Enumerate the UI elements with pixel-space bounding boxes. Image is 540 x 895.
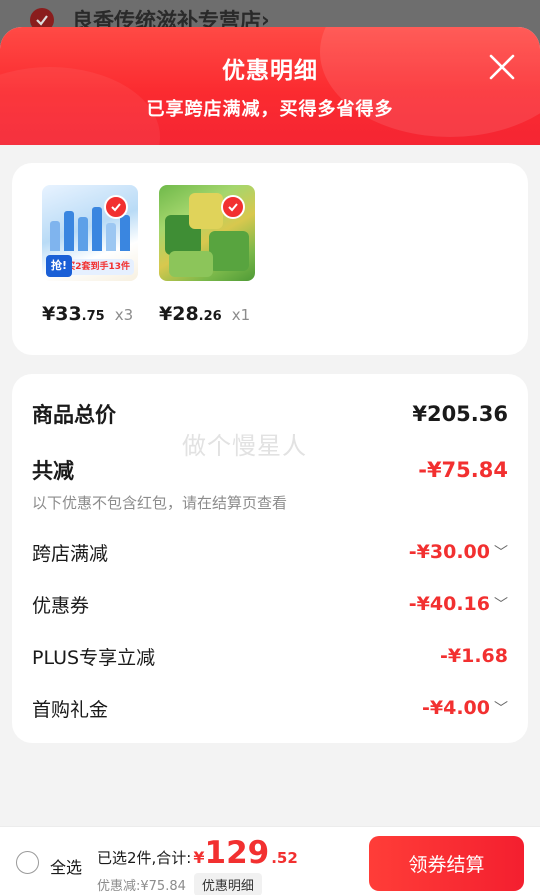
goods-card: 抢! 买2套到手13件 ¥33 .75 x3 ¥28 .26 x1 xyxy=(12,163,528,355)
chevron-down-icon[interactable]: ﹀ xyxy=(494,594,508,614)
discount-row-first-purchase[interactable]: 首购礼金 -¥4.00 ﹀ xyxy=(32,690,508,726)
sheet-subtitle: 已享跨店满减，买得多省得多 xyxy=(146,99,394,120)
product-thumbnail[interactable] xyxy=(159,185,255,281)
total-amount-integer: 129 xyxy=(204,835,270,871)
discount-value: -¥40.16 ﹀ xyxy=(409,593,508,615)
promo-text: 买2套到手13件 xyxy=(66,262,130,272)
discount-row-coupon[interactable]: 优惠券 -¥40.16 ﹀ xyxy=(32,586,508,622)
discount-row-plus: PLUS专享立减 -¥1.68 xyxy=(32,638,508,674)
selected-check-icon xyxy=(221,195,245,219)
total-reduce-value: -¥75.84 xyxy=(418,458,508,482)
discount-value: -¥1.68 xyxy=(440,645,508,667)
total-summary: 已选2件,合计: ¥ 129 .52 xyxy=(97,835,298,871)
goods-item[interactable]: 抢! 买2套到手13件 ¥33 .75 x3 xyxy=(42,185,140,325)
total-price-value: ¥205.36 xyxy=(412,402,508,426)
sheet-title: 优惠明细 xyxy=(222,58,318,84)
discount-summary: 优惠减:¥75.84 优惠明细 xyxy=(97,873,262,895)
select-all-radio[interactable] xyxy=(16,851,39,874)
checkout-bar: 全选 已选2件,合计: ¥ 129 .52 优惠减:¥75.84 优惠明细 领券… xyxy=(0,826,540,895)
discount-amount: -¥40.16 xyxy=(408,593,490,615)
discount-value: -¥30.00 ﹀ xyxy=(409,541,508,563)
discount-amount-text: 优惠减:¥75.84 xyxy=(97,879,186,894)
goods-price: ¥33 .75 x3 xyxy=(42,303,140,325)
discount-note: 以下优惠不包含红包，请在结算页查看 xyxy=(32,494,288,512)
price-integer: ¥28 xyxy=(159,303,199,325)
product-thumbnail[interactable]: 抢! 买2套到手13件 xyxy=(42,185,138,281)
price-decimal: .75 xyxy=(81,309,105,324)
promo-tag: 抢! 买2套到手13件 xyxy=(46,255,134,277)
promo-badge: 抢! xyxy=(46,255,72,277)
total-price-label: 商品总价 xyxy=(32,403,116,427)
sheet-header: 优惠明细 已享跨店满减，买得多省得多 xyxy=(0,27,540,207)
goods-item[interactable]: ¥28 .26 x1 xyxy=(159,185,257,325)
total-reduce-label: 共减 xyxy=(32,459,74,483)
discount-value: -¥4.00 ﹀ xyxy=(422,697,508,719)
discount-label: 优惠券 xyxy=(32,594,90,617)
total-price-row: 商品总价 ¥205.36 xyxy=(32,396,508,432)
discount-amount: -¥4.00 xyxy=(422,697,490,719)
selected-check-icon xyxy=(104,195,128,219)
discount-detail-button[interactable]: 优惠明细 xyxy=(193,873,262,895)
discount-amount: -¥30.00 xyxy=(408,541,490,563)
currency-symbol: ¥ xyxy=(193,848,205,867)
discount-label: PLUS专享立减 xyxy=(32,646,156,669)
chevron-down-icon[interactable]: ﹀ xyxy=(494,542,508,562)
discount-row-cross-store[interactable]: 跨店满减 -¥30.00 ﹀ xyxy=(32,534,508,570)
select-all-label[interactable]: 全选 xyxy=(50,854,82,878)
discount-label: 首购礼金 xyxy=(32,698,109,721)
checkout-button[interactable]: 领券结算 xyxy=(369,836,524,891)
price-decimal: .26 xyxy=(198,309,222,324)
chevron-down-icon[interactable]: ﹀ xyxy=(494,698,508,718)
price-integer: ¥33 xyxy=(42,303,82,325)
goods-price: ¥28 .26 x1 xyxy=(159,303,257,325)
goods-quantity: x3 xyxy=(114,306,134,324)
total-reduce-row: 共减 -¥75.84 xyxy=(32,452,508,488)
total-amount-decimal: .52 xyxy=(271,849,298,867)
close-icon[interactable] xyxy=(488,53,516,81)
price-detail-card: 做个慢星人 商品总价 ¥205.36 共减 -¥75.84 以下优惠不包含红包，… xyxy=(12,374,528,743)
goods-quantity: x1 xyxy=(231,306,251,324)
discount-detail-sheet: 优惠明细 已享跨店满减，买得多省得多 抢! 买2套到手13件 ¥33 .75 x… xyxy=(0,27,540,895)
selected-count-label: 已选2件,合计: xyxy=(97,849,192,867)
discount-label: 跨店满减 xyxy=(32,542,109,565)
